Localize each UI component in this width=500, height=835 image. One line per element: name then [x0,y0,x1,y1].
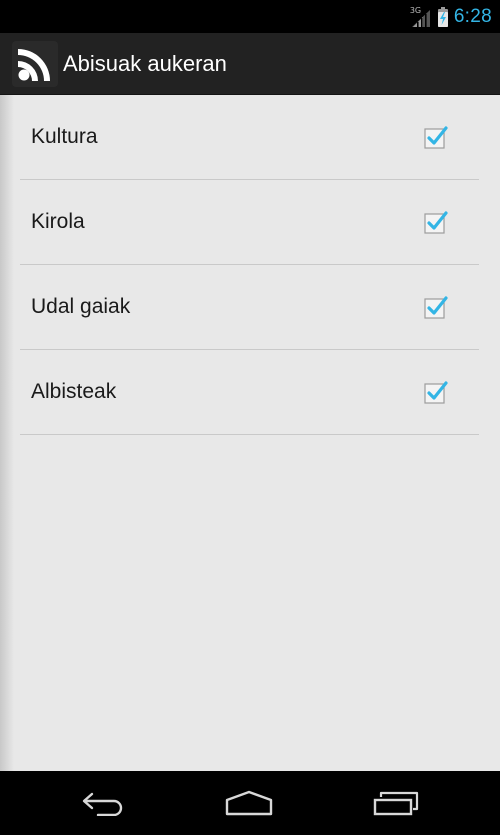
preference-row-albisteak[interactable]: Albisteak [20,350,479,435]
checkbox-checked-icon[interactable] [424,380,448,404]
signal-icon: 3G [410,6,432,28]
page-title: Abisuak aukeran [63,51,227,76]
back-icon [82,792,123,816]
checkbox-checked-icon[interactable] [424,295,448,319]
preference-label: Kultura [31,125,98,148]
preference-list: Kultura Kirola Udal gaiak Albisteak [20,95,479,435]
edge-shadow [0,95,14,771]
status-icons: 3G 6:28 [410,0,492,33]
preference-label: Kirola [31,210,85,233]
preferences-screen: Kultura Kirola Udal gaiak Albisteak [0,95,500,771]
back-button[interactable] [53,771,153,835]
home-icon [225,790,273,816]
preference-row-kirola[interactable]: Kirola [20,180,479,265]
action-bar: Abisuak aukeran [0,33,500,95]
preference-label: Albisteak [31,380,117,403]
rss-icon[interactable] [12,41,58,87]
navigation-bar [0,771,500,835]
battery-charging-icon [437,6,448,27]
status-bar: 3G 6:28 [0,0,500,33]
checkbox-checked-icon[interactable] [424,125,448,149]
preference-row-udal-gaiak[interactable]: Udal gaiak [20,265,479,350]
checkbox-checked-icon[interactable] [424,210,448,234]
preference-row-kultura[interactable]: Kultura [20,95,479,180]
preference-label: Udal gaiak [31,295,131,318]
clock: 6:28 [453,5,492,27]
home-button[interactable] [199,771,299,835]
recent-apps-icon [373,791,419,816]
recent-apps-button[interactable] [346,771,446,835]
